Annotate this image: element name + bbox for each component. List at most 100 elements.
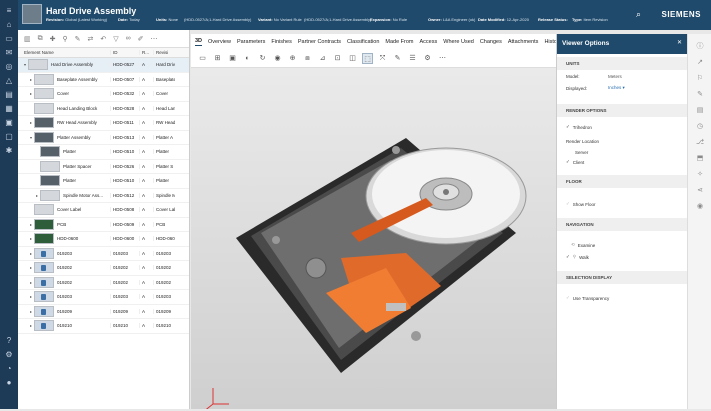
header-meta-variant[interactable]: Variant: No Variant Rule xyxy=(258,17,302,22)
shading-icon[interactable]: ◐ xyxy=(242,53,253,64)
add-icon[interactable]: ✚ xyxy=(50,35,56,43)
snapshot-icon[interactable]: ◫ xyxy=(347,53,358,64)
viewer-settings-icon[interactable]: ⚙ xyxy=(422,53,433,64)
close-icon[interactable]: ✕ xyxy=(677,39,682,46)
pin-icon[interactable]: ⚐ xyxy=(695,74,705,84)
home-icon[interactable]: ⌂ xyxy=(4,20,14,30)
search-icon[interactable]: ⌕ xyxy=(636,9,641,20)
manage-icon[interactable]: ✧ xyxy=(695,170,705,180)
tree-row[interactable]: ▸ Cover HDD-0532 A Cover xyxy=(18,87,189,102)
views-icon[interactable]: ⊞ xyxy=(212,53,223,64)
header-meta-revision[interactable]: Revision: Global (Latest Working) xyxy=(46,17,107,22)
folder-icon[interactable]: ▭ xyxy=(4,34,14,44)
edit-icon[interactable]: ✐ xyxy=(138,35,144,43)
tree-row[interactable]: ▾ Platter Assembly HDD-0513 A Platter A xyxy=(18,131,189,145)
display-icon[interactable]: ▣ xyxy=(227,53,238,64)
bell-icon[interactable]: △ xyxy=(4,76,14,86)
tab-parameters[interactable]: Parameters xyxy=(237,39,265,45)
document-icon[interactable]: ▢ xyxy=(4,132,14,142)
select-icon[interactable]: ⬚ xyxy=(362,53,373,64)
undo-icon[interactable]: ↶ xyxy=(100,35,106,43)
measure-icon[interactable]: ⊿ xyxy=(317,53,328,64)
more-icon[interactable]: ⋯ xyxy=(151,35,158,43)
fit-icon[interactable]: ▭ xyxy=(197,53,208,64)
save-as-icon[interactable]: ▤ xyxy=(695,106,705,116)
tree-row[interactable]: Head Landing Block HDD-0528 A Head Lan xyxy=(18,102,189,116)
tab-3d[interactable]: 3D xyxy=(195,38,203,46)
rotate-icon[interactable]: ↻ xyxy=(257,53,268,64)
explode-icon[interactable]: ⤧ xyxy=(377,53,388,64)
section-icon[interactable]: ⧈ xyxy=(302,53,313,64)
help-icon[interactable]: ? xyxy=(4,336,14,346)
viewer-more-icon[interactable]: ⋯ xyxy=(437,53,448,64)
external-link-icon[interactable]: ↗ xyxy=(695,58,705,68)
tree-row[interactable]: Platter HDD-0510 A Platter xyxy=(18,145,189,160)
tree-row[interactable]: Cover Label HDD-0508 A Cover Lab xyxy=(18,203,189,218)
tab-where-used[interactable]: Where Used xyxy=(443,39,474,45)
share-icon[interactable]: ⋖ xyxy=(695,186,705,196)
tree-row[interactable]: ▸ RW Head Assembly HDD-0511 A RW Head xyxy=(18,116,189,131)
pmi-icon[interactable]: ⊡ xyxy=(332,53,343,64)
history-icon[interactable]: ◷ xyxy=(695,122,705,132)
tree-row[interactable]: ▸ 019202 019202 A 019202 xyxy=(18,261,189,276)
zoom-icon[interactable]: ⊕ xyxy=(287,53,298,64)
tab-attachments[interactable]: Attachments xyxy=(508,39,539,45)
markup-icon[interactable]: ✎ xyxy=(75,35,81,43)
tree-row[interactable]: ▸ 019203 019203 A 019203 xyxy=(18,247,189,261)
examine-option[interactable]: ⟲ Examine xyxy=(557,239,687,251)
notification-icon[interactable]: ◔ xyxy=(4,364,14,374)
col-id[interactable]: ID xyxy=(110,50,139,55)
change-icon[interactable]: ◎ xyxy=(4,62,14,72)
tree-row[interactable]: ▸ Baseplate Assembly HDD-0507 A Baseplate xyxy=(18,73,189,87)
header-meta-units[interactable]: Units: None xyxy=(156,17,178,22)
col-revision[interactable]: Revisi xyxy=(153,50,175,55)
use-transparency-toggle[interactable]: ✓ Use Transparency xyxy=(557,292,687,304)
show-floor-toggle[interactable]: ✓ Show Floor xyxy=(557,198,687,210)
info-icon[interactable]: ⓘ xyxy=(695,42,705,52)
col-r[interactable]: R... xyxy=(139,50,153,55)
tab-overview[interactable]: Overview xyxy=(208,39,231,45)
tree-row[interactable]: ▸ PCB HDD-0509 A PCB xyxy=(18,218,189,232)
tab-partner-contracts[interactable]: Partner Contracts xyxy=(298,39,341,45)
checkout-icon[interactable]: ⬒ xyxy=(695,154,705,164)
replace-icon[interactable]: ⇄ xyxy=(88,35,94,43)
tree-row[interactable]: ▸ 019209 019209 A 019209 xyxy=(18,305,189,319)
tab-finishes[interactable]: Finishes xyxy=(271,39,291,45)
units-displayed-dropdown[interactable]: Inches ▾ xyxy=(608,85,625,91)
camera-icon[interactable]: ◉ xyxy=(272,53,283,64)
copy-icon[interactable]: ⧉ xyxy=(38,35,43,43)
tree-view-icon[interactable]: ▥ xyxy=(24,35,31,43)
tree-row[interactable]: ▸ 019202 019202 A 019202 xyxy=(18,276,189,290)
report-icon[interactable]: ▤ xyxy=(4,90,14,100)
schedule-icon[interactable]: ▣ xyxy=(4,118,14,128)
attach-icon[interactable]: ⚲ xyxy=(63,35,68,43)
header-meta-expansion[interactable]: Expansion: No Rule xyxy=(370,17,407,22)
tree-row[interactable]: ▾ Hard Drive Assembly HDD-0527 A Hard Driv xyxy=(18,58,189,73)
markup-pen-icon[interactable]: ✎ xyxy=(392,53,403,64)
tab-access[interactable]: Access xyxy=(420,39,438,45)
tab-classification[interactable]: Classification xyxy=(347,39,379,45)
tree-row[interactable]: Platter Spacer HDD-0526 A Platter S xyxy=(18,160,189,174)
tab-changes[interactable]: Changes xyxy=(480,39,502,45)
tree-row[interactable]: Platter HDD-0510 A Platter xyxy=(18,174,189,189)
revise-icon[interactable]: ✎ xyxy=(695,90,705,100)
walk-option[interactable]: ✓ ⚲ Walk xyxy=(557,251,687,263)
tab-made-from[interactable]: Made From xyxy=(385,39,413,45)
trihedron-toggle[interactable]: ✓ Trihedron xyxy=(557,121,687,133)
user-icon[interactable]: ● xyxy=(4,378,14,388)
filter-icon[interactable]: ▽ xyxy=(113,35,118,43)
tree-row[interactable]: ▸ 019203 019203 A 019203 xyxy=(18,290,189,305)
header-meta-date[interactable]: Date: Today xyxy=(118,17,140,22)
tree-row[interactable]: ▸ HDD-0600 HDD-0600 A HDD-060 xyxy=(18,232,189,247)
gear-icon[interactable]: ⚙ xyxy=(4,350,14,360)
menu-icon[interactable]: ≡ xyxy=(4,6,14,16)
view-icon[interactable]: ◉ xyxy=(695,202,705,212)
link-icon[interactable]: ∞ xyxy=(126,35,131,42)
settings-icon[interactable]: ✱ xyxy=(4,146,14,156)
col-element-name[interactable]: Element Name xyxy=(18,50,110,55)
structure-icon[interactable]: ▦ xyxy=(4,104,14,114)
inbox-icon[interactable]: ✉ xyxy=(4,48,14,58)
render-client-option[interactable]: ✓ Client xyxy=(557,157,687,167)
workflow-icon[interactable]: ⎇ xyxy=(695,138,705,148)
3d-viewport[interactable] xyxy=(191,68,556,411)
